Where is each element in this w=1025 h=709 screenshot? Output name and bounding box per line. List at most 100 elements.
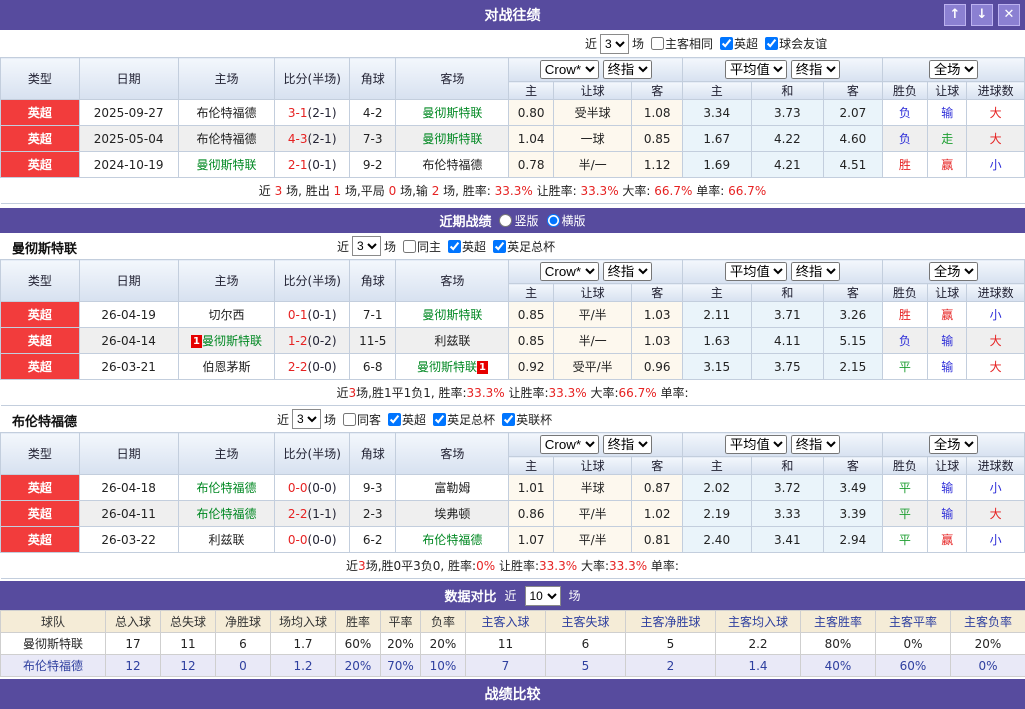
club-friendly-checkbox[interactable]: 球会友谊 xyxy=(765,35,827,52)
col-avg-home: 主 xyxy=(682,82,751,100)
result-wdl: 平 xyxy=(882,475,927,501)
score: 0-0(0-0) xyxy=(275,475,350,501)
col-total-goals: 总入球 xyxy=(106,611,161,633)
avg-final-select[interactable]: 终指 xyxy=(791,435,840,454)
odds-away: 0.96 xyxy=(632,354,682,380)
col-ha-draw-rate: 主客平率 xyxy=(876,611,951,633)
match-date: 26-04-18 xyxy=(79,475,178,501)
result-wdl: 负 xyxy=(882,100,927,126)
h2h-summary-row: 近 3 场, 胜出 1 场,平局 0 场,输 2 场, 胜率: 33.3% 让胜… xyxy=(1,178,1025,204)
handicap: 平/半 xyxy=(553,527,632,553)
avg-final-select[interactable]: 终指 xyxy=(791,60,840,79)
brentford-games-select[interactable]: 3 xyxy=(292,409,321,429)
odds-company-select[interactable]: Crow* xyxy=(540,60,599,79)
avg-home: 2.02 xyxy=(682,475,751,501)
stat-cell: 0% xyxy=(876,633,951,655)
handicap: 一球 xyxy=(553,126,632,152)
col-date: 日期 xyxy=(79,260,178,302)
same-away-checkbox[interactable]: 同客 xyxy=(343,411,381,428)
vertical-layout-radio[interactable]: 竖版 xyxy=(499,212,538,229)
fa-cup-checkbox[interactable]: 英足总杯 xyxy=(433,411,495,428)
avg-draw: 3.75 xyxy=(751,354,824,380)
odds-home: 1.01 xyxy=(509,475,553,501)
avg-final-select[interactable]: 终指 xyxy=(791,262,840,281)
odds-final-select[interactable]: 终指 xyxy=(603,262,652,281)
odds-away: 1.03 xyxy=(632,328,682,354)
summary-seg: 33.3% xyxy=(549,386,587,400)
avg-select[interactable]: 平均值 xyxy=(725,262,787,281)
league-badge: 英超 xyxy=(1,302,80,328)
same-home-checkbox[interactable]: 同主 xyxy=(403,238,441,255)
summary-seg: 单率: xyxy=(657,386,689,400)
summary-seg: 让胜率: xyxy=(495,559,539,573)
corner-score: 9-3 xyxy=(350,475,396,501)
away-team: 富勒姆 xyxy=(396,475,509,501)
table-row: 英超 2025-05-04 布伦特福德 4-3(2-1) 7-3 曼彻斯特联 1… xyxy=(1,126,1025,152)
col-corner: 角球 xyxy=(350,58,396,100)
odds-final-select[interactable]: 终指 xyxy=(603,60,652,79)
comparison-header-row: 球队 总入球 总失球 净胜球 场均入球 胜率 平率 负率 主客入球 主客失球 主… xyxy=(1,611,1025,633)
result-handicap: 赢 xyxy=(928,152,967,178)
odds-company-select[interactable]: Crow* xyxy=(540,435,599,454)
col-handicap-result: 让球 xyxy=(928,82,967,100)
stat-cell: 60% xyxy=(876,655,951,677)
same-home-away-checkbox[interactable]: 主客相同 xyxy=(651,35,713,52)
result-handicap: 输 xyxy=(928,328,967,354)
col-odds-home: 主 xyxy=(509,457,553,475)
home-team: 布伦特福德 xyxy=(178,100,275,126)
comparison-games-select[interactable]: 10 xyxy=(525,586,561,606)
scope-select-cell: 全场 xyxy=(882,260,1024,284)
h2h-games-select[interactable]: 3 xyxy=(600,34,629,54)
move-up-button[interactable]: ↑ xyxy=(944,4,966,26)
league-badge: 英超 xyxy=(1,501,80,527)
scope-select[interactable]: 全场 xyxy=(929,435,978,454)
league-cup-checkbox[interactable]: 英联杯 xyxy=(502,411,552,428)
odds-final-select[interactable]: 终指 xyxy=(603,435,652,454)
avg-home: 1.69 xyxy=(682,152,751,178)
scope-select[interactable]: 全场 xyxy=(929,262,978,281)
avg-home: 3.15 xyxy=(682,354,751,380)
handicap: 平/半 xyxy=(553,501,632,527)
home-team: 布伦特福德 xyxy=(178,126,275,152)
odds-company-select[interactable]: Crow* xyxy=(540,262,599,281)
table-row: 英超 26-04-19 切尔西 0-1(0-1) 7-1 曼彻斯特联 0.85 … xyxy=(1,302,1025,328)
away-team: 曼彻斯特联 xyxy=(396,126,509,152)
col-ha-goals: 主客入球 xyxy=(466,611,546,633)
stat-cell: 40% xyxy=(801,655,876,677)
avg-away: 4.60 xyxy=(824,126,883,152)
move-down-button[interactable]: ↓ xyxy=(971,4,993,26)
premier-league-checkbox[interactable]: 英超 xyxy=(448,238,486,255)
col-goals: 进球数 xyxy=(967,82,1025,100)
avg-select[interactable]: 平均值 xyxy=(725,60,787,79)
avg-away: 3.49 xyxy=(824,475,883,501)
col-goals: 进球数 xyxy=(967,284,1025,302)
avg-home: 2.11 xyxy=(682,302,751,328)
premier-league-checkbox[interactable]: 英超 xyxy=(720,35,758,52)
scope-select[interactable]: 全场 xyxy=(929,60,978,79)
horizontal-layout-radio[interactable]: 横版 xyxy=(547,212,586,229)
score: 2-1(0-1) xyxy=(275,152,350,178)
avg-draw: 4.22 xyxy=(751,126,824,152)
close-button[interactable]: ✕ xyxy=(998,4,1020,26)
col-total-conceded: 总失球 xyxy=(161,611,216,633)
odds-away: 0.81 xyxy=(632,527,682,553)
premier-league-checkbox[interactable]: 英超 xyxy=(388,411,426,428)
scope-select-cell: 全场 xyxy=(882,58,1024,82)
result-handicap: 赢 xyxy=(928,302,967,328)
h2h-filter-bar: 近 3 场 主客相同 英超 球会友谊 xyxy=(0,30,1025,57)
result-goals: 小 xyxy=(967,152,1025,178)
united-games-select[interactable]: 3 xyxy=(352,236,381,256)
col-away: 客场 xyxy=(396,58,509,100)
col-handicap: 让球 xyxy=(553,82,632,100)
col-handicap-result: 让球 xyxy=(928,457,967,475)
col-home: 主场 xyxy=(178,433,275,475)
col-ha-goal-diff: 主客净胜球 xyxy=(626,611,716,633)
brentford-summary-row: 近3场,胜0平3负0, 胜率:0% 让胜率:33.3% 大率:33.3% 单率: xyxy=(1,553,1025,579)
table-row: 英超 26-03-22 利兹联 0-0(0-0) 6-2 布伦特福德 1.07 … xyxy=(1,527,1025,553)
fa-cup-checkbox[interactable]: 英足总杯 xyxy=(493,238,555,255)
stat-cell: 11 xyxy=(466,633,546,655)
col-corner: 角球 xyxy=(350,433,396,475)
summary-seg: 3 xyxy=(349,386,357,400)
corner-score: 7-3 xyxy=(350,126,396,152)
avg-select[interactable]: 平均值 xyxy=(725,435,787,454)
